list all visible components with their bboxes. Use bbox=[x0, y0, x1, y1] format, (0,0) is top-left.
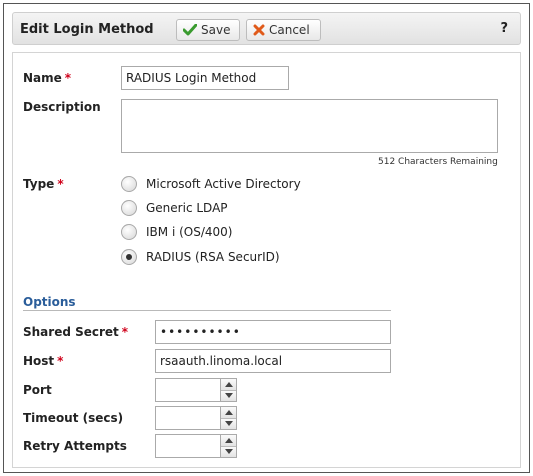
triangle-down-icon bbox=[224, 393, 233, 399]
retry-increment[interactable] bbox=[221, 435, 236, 446]
radio-label: Generic LDAP bbox=[146, 201, 228, 215]
type-option-generic-ldap[interactable]: Generic LDAP bbox=[121, 200, 228, 216]
name-input[interactable] bbox=[121, 66, 289, 90]
radio-button[interactable] bbox=[121, 200, 137, 216]
description-textarea[interactable] bbox=[121, 99, 498, 153]
retry-decrement[interactable] bbox=[221, 445, 236, 457]
timeout-increment[interactable] bbox=[221, 407, 236, 418]
cancel-button[interactable]: Cancel bbox=[246, 19, 321, 41]
shared-secret-input[interactable] bbox=[155, 320, 391, 344]
radio-label: Microsoft Active Directory bbox=[146, 177, 301, 191]
radio-label: RADIUS (RSA SecurID) bbox=[146, 250, 280, 264]
port-increment[interactable] bbox=[221, 379, 236, 390]
triangle-up-icon bbox=[224, 381, 233, 387]
retry-attempts-stepper[interactable] bbox=[155, 434, 237, 458]
required-marker: * bbox=[64, 71, 72, 85]
type-option-radius[interactable]: RADIUS (RSA SecurID) bbox=[121, 249, 280, 265]
host-input[interactable] bbox=[155, 349, 391, 373]
dialog-frame: Edit Login Method Save Cancel ? Name* De… bbox=[3, 3, 530, 473]
checkmark-icon bbox=[183, 24, 197, 36]
required-marker: * bbox=[57, 177, 64, 191]
host-label: Host * bbox=[23, 354, 64, 368]
description-label: Description bbox=[23, 100, 101, 114]
x-icon bbox=[253, 24, 265, 36]
help-button[interactable]: ? bbox=[500, 21, 508, 36]
required-marker: * bbox=[57, 354, 64, 368]
port-stepper[interactable] bbox=[155, 378, 237, 402]
radio-button-selected[interactable] bbox=[121, 249, 137, 265]
timeout-stepper[interactable] bbox=[155, 406, 237, 430]
retry-attempts-label: Retry Attempts bbox=[23, 439, 127, 453]
triangle-up-icon bbox=[224, 437, 233, 443]
triangle-down-icon bbox=[224, 449, 233, 455]
triangle-up-icon bbox=[224, 409, 233, 415]
options-section-title: Options bbox=[23, 295, 76, 309]
timeout-input[interactable] bbox=[156, 407, 220, 429]
characters-remaining: 512 Characters Remaining bbox=[378, 157, 498, 167]
port-input[interactable] bbox=[156, 379, 220, 401]
cancel-button-label: Cancel bbox=[269, 23, 310, 37]
save-button[interactable]: Save bbox=[176, 19, 240, 41]
required-marker: * bbox=[121, 325, 129, 339]
dialog-titlebar: Edit Login Method Save Cancel ? bbox=[12, 12, 521, 45]
timeout-decrement[interactable] bbox=[221, 417, 236, 429]
dialog-title: Edit Login Method bbox=[20, 22, 154, 37]
port-decrement[interactable] bbox=[221, 389, 236, 401]
radio-button[interactable] bbox=[121, 176, 137, 192]
type-option-ibm-i[interactable]: IBM i (OS/400) bbox=[121, 224, 232, 240]
radio-label: IBM i (OS/400) bbox=[146, 225, 233, 239]
retry-attempts-input[interactable] bbox=[156, 435, 220, 457]
type-label: Type * bbox=[23, 177, 64, 191]
radio-button[interactable] bbox=[121, 224, 137, 240]
triangle-down-icon bbox=[224, 421, 233, 427]
port-label: Port bbox=[23, 383, 52, 397]
timeout-label: Timeout (secs) bbox=[23, 411, 124, 425]
save-button-label: Save bbox=[201, 23, 231, 37]
shared-secret-label: Shared Secret * bbox=[23, 325, 129, 339]
section-divider bbox=[23, 310, 391, 311]
type-option-active-directory[interactable]: Microsoft Active Directory bbox=[121, 176, 301, 192]
form-panel: Name* Description 512 Characters Remaini… bbox=[12, 52, 521, 468]
name-label: Name * bbox=[23, 71, 72, 85]
